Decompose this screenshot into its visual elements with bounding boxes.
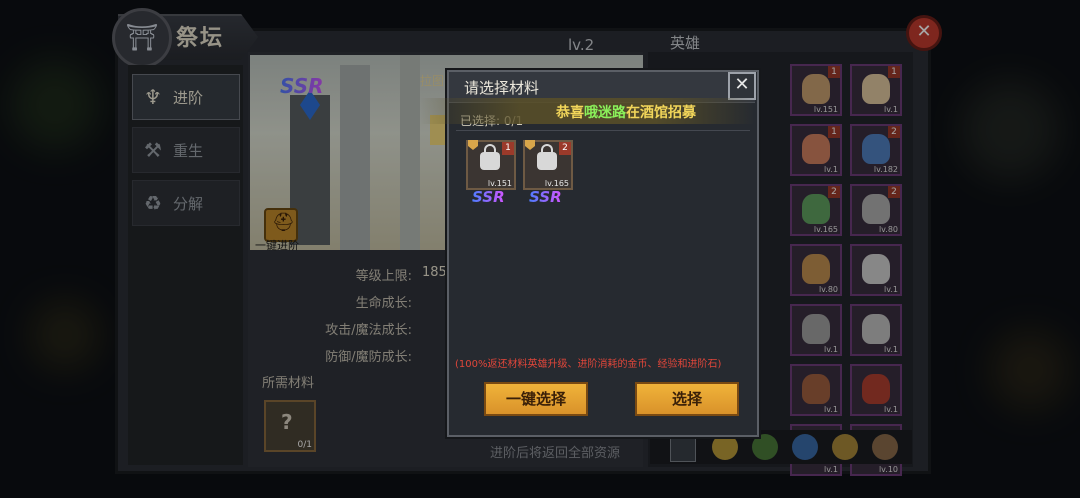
lock-icon (480, 144, 500, 170)
refund-note: (100%返还材料英雄升级、进阶消耗的金币、经验和进阶石) (455, 359, 722, 370)
dialog-title: 请选择材料 (464, 79, 540, 97)
lock-icon (537, 144, 557, 170)
material-count: 1 (502, 142, 514, 155)
rank-icon (468, 140, 478, 150)
material-rarity: SSR (529, 188, 562, 206)
material-rarity: SSR (472, 188, 505, 206)
close-icon: ✕ (734, 74, 750, 95)
dialog-separator (456, 130, 750, 131)
rank-icon (525, 140, 535, 150)
banner-hero-name: 哦迷路 (584, 105, 626, 121)
banner-suffix: 在酒馆招募 (626, 105, 696, 121)
material-card[interactable]: 2 lv.165 (523, 140, 573, 190)
banner-prefix: 恭喜 (556, 105, 584, 121)
material-count: 2 (559, 142, 571, 155)
material-level: lv.151 (487, 179, 512, 188)
select-button[interactable]: 选择 (635, 382, 739, 416)
recruit-banner-text: 恭喜哦迷路在酒馆招募 (556, 102, 696, 122)
material-card[interactable]: 1 lv.151 (466, 140, 516, 190)
dialog-close-button[interactable]: ✕ (728, 72, 756, 100)
material-level: lv.165 (544, 179, 569, 188)
one-click-select-button[interactable]: 一键选择 (484, 382, 588, 416)
